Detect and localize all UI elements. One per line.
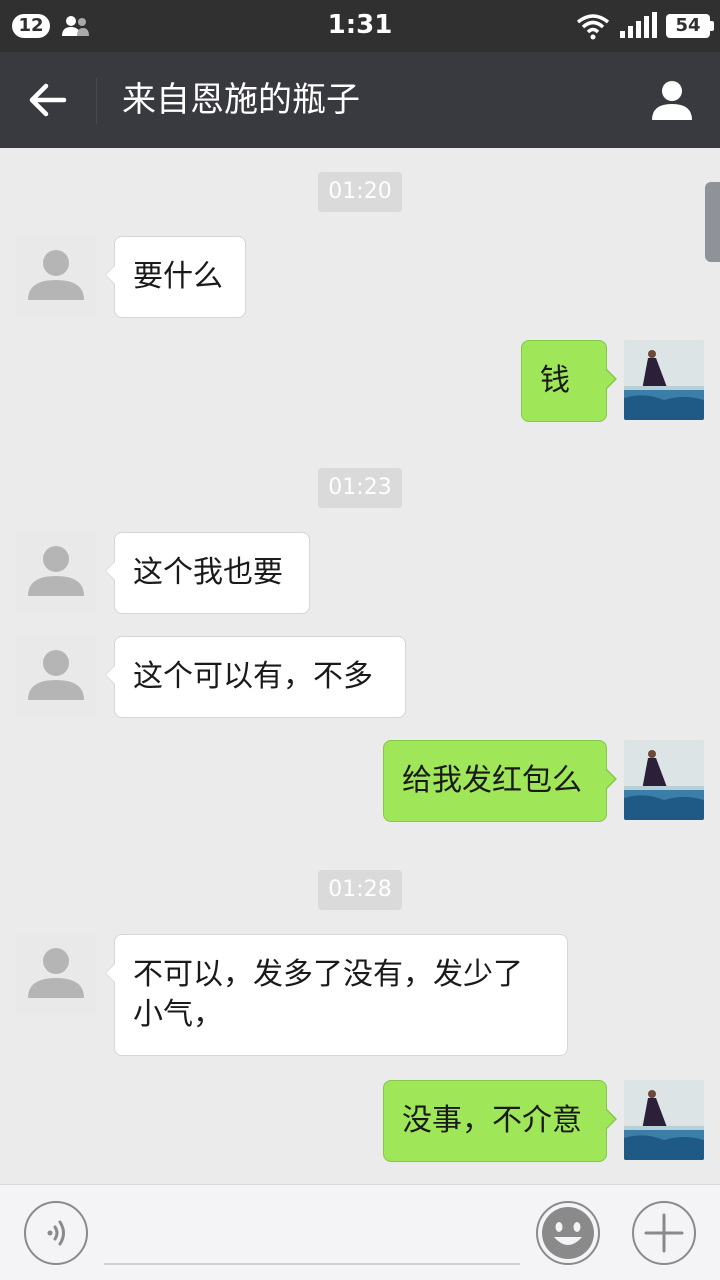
outgoing-message[interactable]: 给我发红包么 (383, 740, 617, 822)
voice-icon (47, 1220, 65, 1246)
default-avatar-icon (16, 236, 96, 316)
user-photo-avatar-icon (624, 340, 704, 420)
chat-info-button[interactable] (636, 52, 708, 148)
status-bar: 12 1:31 54 (0, 0, 720, 52)
emoji-icon (542, 1207, 594, 1259)
default-avatar-icon (16, 532, 96, 612)
sender-avatar[interactable] (16, 236, 96, 316)
outgoing-message[interactable]: 没事，不介意 (383, 1080, 617, 1162)
signal-icon (620, 12, 657, 38)
chat-title: 来自恩施的瓶子 (122, 80, 360, 120)
default-avatar-icon (16, 934, 96, 1014)
chat-title-bar: 来自恩施的瓶子 (0, 52, 720, 148)
message-text: 给我发红包么 (402, 763, 582, 798)
emoji-button[interactable] (536, 1201, 600, 1265)
my-avatar[interactable] (624, 1080, 704, 1160)
message-timestamp: 01:28 (318, 870, 402, 910)
message-input-bar (0, 1184, 720, 1280)
title-divider (96, 78, 97, 124)
back-button[interactable] (0, 52, 96, 148)
message-text: 没事，不介意 (402, 1103, 582, 1138)
voice-mode-button[interactable] (24, 1201, 88, 1265)
my-avatar[interactable] (624, 740, 704, 820)
user-photo-avatar-icon (624, 740, 704, 820)
message-text: 这个我也要 (133, 555, 283, 590)
incoming-message[interactable]: 不可以，发多了没有，发少了小气， (105, 934, 568, 1056)
message-timestamp: 01:20 (318, 172, 402, 212)
message-timestamp: 01:23 (318, 468, 402, 508)
incoming-message[interactable]: 要什么 (105, 236, 246, 318)
message-list[interactable]: 01:20 要什么 钱 01:23 这个我也要 这个可以有，不多 给我发红包么 … (0, 148, 720, 1184)
message-text: 要什么 (133, 259, 223, 294)
message-text: 这个可以有，不多 (133, 659, 373, 694)
plus-icon (644, 1213, 684, 1253)
message-text: 钱 (540, 363, 570, 398)
message-text-input[interactable] (104, 1205, 520, 1265)
message-text: 不可以，发多了没有，发少了小气， (133, 957, 523, 1032)
person-icon (652, 81, 692, 120)
sender-avatar[interactable] (16, 532, 96, 612)
back-arrow-icon (29, 83, 67, 117)
incoming-message[interactable]: 这个可以有，不多 (105, 636, 406, 718)
user-photo-avatar-icon (624, 1080, 704, 1160)
sender-avatar[interactable] (16, 934, 96, 1014)
sender-avatar[interactable] (16, 636, 96, 716)
scroll-handle[interactable] (705, 182, 720, 262)
wifi-icon (576, 14, 610, 40)
incoming-message[interactable]: 这个我也要 (105, 532, 310, 614)
outgoing-message[interactable]: 钱 (521, 340, 617, 422)
battery-icon: 54 (666, 14, 714, 38)
more-functions-button[interactable] (632, 1201, 696, 1265)
status-clock: 1:31 (327, 10, 393, 40)
my-avatar[interactable] (624, 340, 704, 420)
default-avatar-icon (16, 636, 96, 716)
